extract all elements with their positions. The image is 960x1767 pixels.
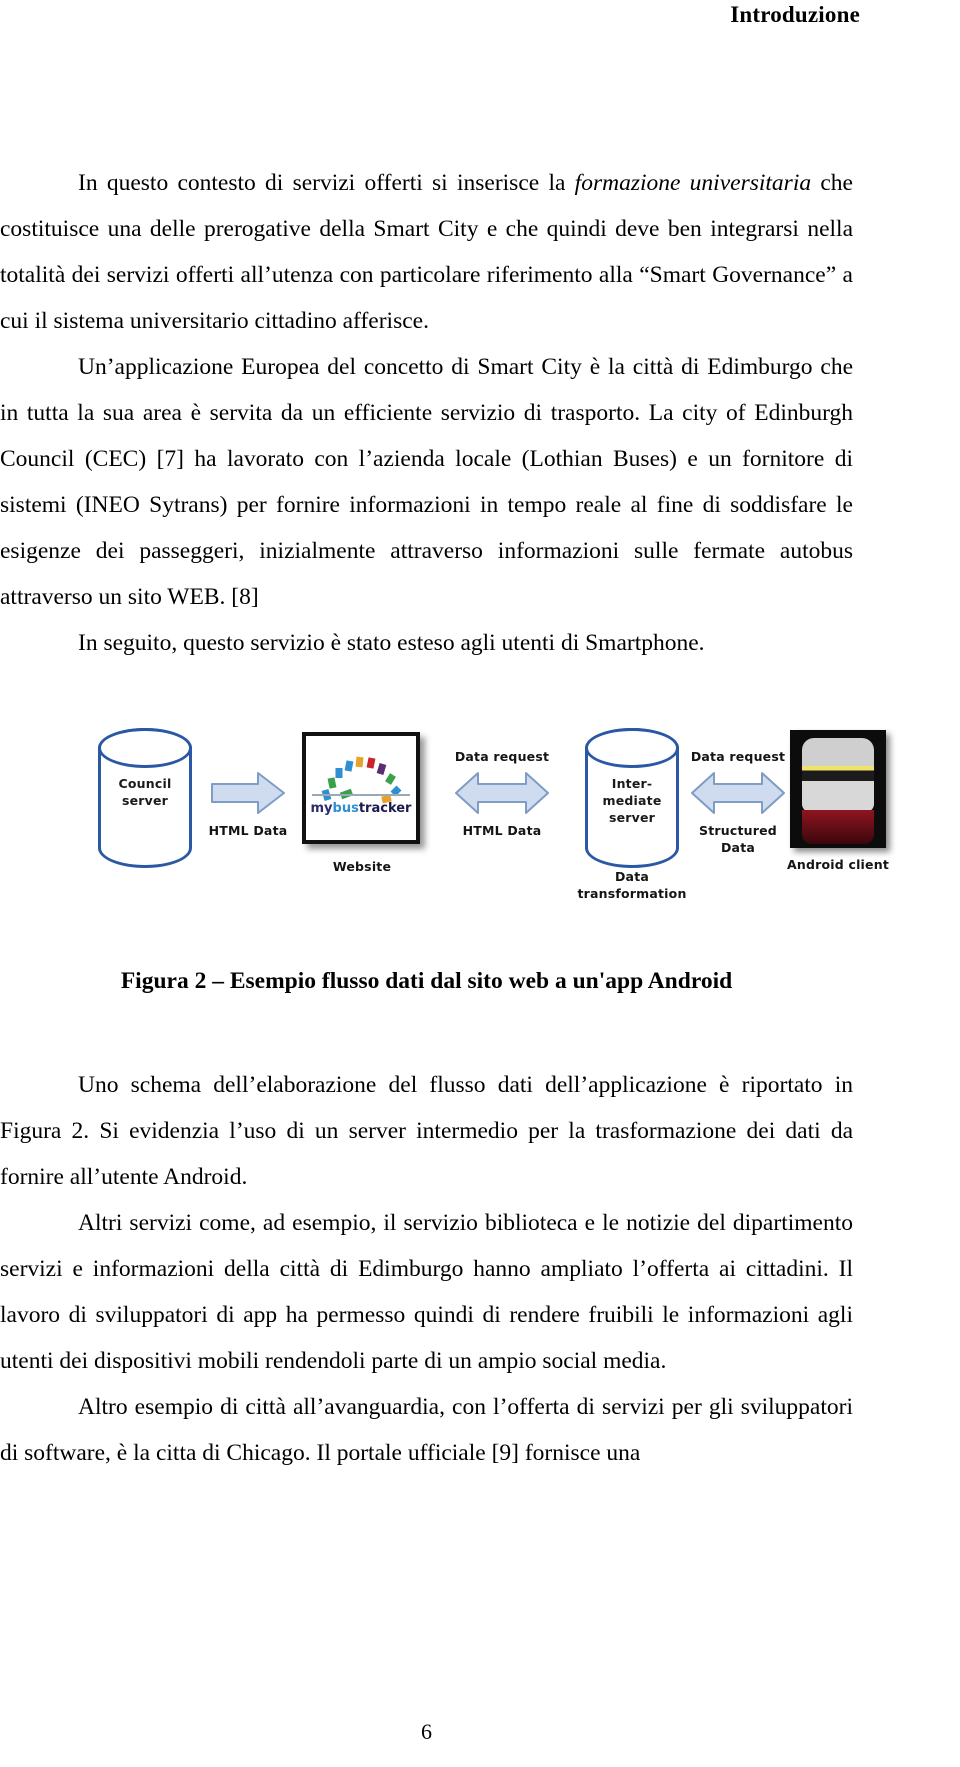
- text-run: Altri servizi come, ad esempio, il servi…: [0, 1210, 853, 1374]
- paragraph: Un’applicazione Europea del concetto di …: [0, 344, 853, 620]
- paragraph: In seguito, questo servizio è stato este…: [0, 620, 853, 666]
- document-page: Introduzione In questo contesto di servi…: [0, 0, 960, 1767]
- edge-label-structured-data: Structured Data: [699, 823, 777, 855]
- arrow-html-data-1-icon: [210, 770, 286, 816]
- arrow-data-request-1-icon: [454, 770, 550, 816]
- edge-label-data-request-1: Data request: [454, 749, 550, 764]
- android-client-label: Android client: [787, 857, 889, 872]
- intermediate-server-label: Inter-mediate server: [602, 776, 662, 825]
- bus-photo-lower: [802, 810, 874, 844]
- text-run: Altro esempio di città all’avanguardia, …: [0, 1394, 853, 1466]
- edge-label-html-data-2: HTML Data: [462, 823, 542, 838]
- arrow-data-request-2-icon: [690, 770, 786, 816]
- logo-bus: bus: [332, 801, 359, 816]
- data-transformation-label: Data transformation: [577, 869, 687, 901]
- logo-tracker: tracker: [358, 801, 412, 816]
- bus-photo: [802, 738, 874, 812]
- website-label: Website: [332, 859, 392, 874]
- website-screenshot: mybustracker: [302, 732, 420, 844]
- text-run: Uno schema dell’elaborazione del flusso …: [0, 1072, 853, 1190]
- logo-my: my: [310, 801, 333, 816]
- page-number: 6: [421, 1719, 432, 1744]
- emphasis-run: formazione universitaria: [574, 170, 812, 196]
- body-text-bottom: Uno schema dell’elaborazione del flusso …: [0, 1062, 853, 1476]
- paragraph: In questo contesto di servizi offerti si…: [0, 160, 853, 344]
- dataflow-diagram: Council server HTML Data mybustracker We…: [90, 718, 895, 908]
- paragraph: Altri servizi come, ad esempio, il servi…: [0, 1200, 853, 1384]
- figure-2: Council server HTML Data mybustracker We…: [0, 718, 900, 908]
- mybustracker-wordmark: mybustracker: [306, 801, 416, 816]
- paragraph: Uno schema dell’elaborazione del flusso …: [0, 1062, 853, 1200]
- logo-divider: [312, 794, 410, 796]
- figure-caption: Figura 2 – Esempio flusso dati dal sito …: [120, 968, 733, 994]
- android-client-device: [790, 730, 886, 848]
- text-run: In seguito, questo servizio è stato este…: [78, 630, 705, 656]
- body-text-top: In questo contesto di servizi offerti si…: [0, 160, 853, 666]
- text-run: Un’applicazione Europea del concetto di …: [0, 354, 853, 610]
- mybustracker-logo-icon: [319, 752, 403, 804]
- paragraph: Altro esempio di città all’avanguardia, …: [0, 1384, 853, 1476]
- edge-label-data-request-2: Data request: [690, 749, 786, 764]
- text-run: In questo contesto di servizi offerti si…: [78, 170, 575, 196]
- council-server-cylinder: Council server: [98, 728, 192, 868]
- running-header: Introduzione: [730, 2, 860, 27]
- edge-label-html-data-1: HTML Data: [208, 823, 288, 838]
- intermediate-server-cylinder: Inter-mediate server: [585, 728, 679, 868]
- council-server-label: Council server: [118, 776, 172, 808]
